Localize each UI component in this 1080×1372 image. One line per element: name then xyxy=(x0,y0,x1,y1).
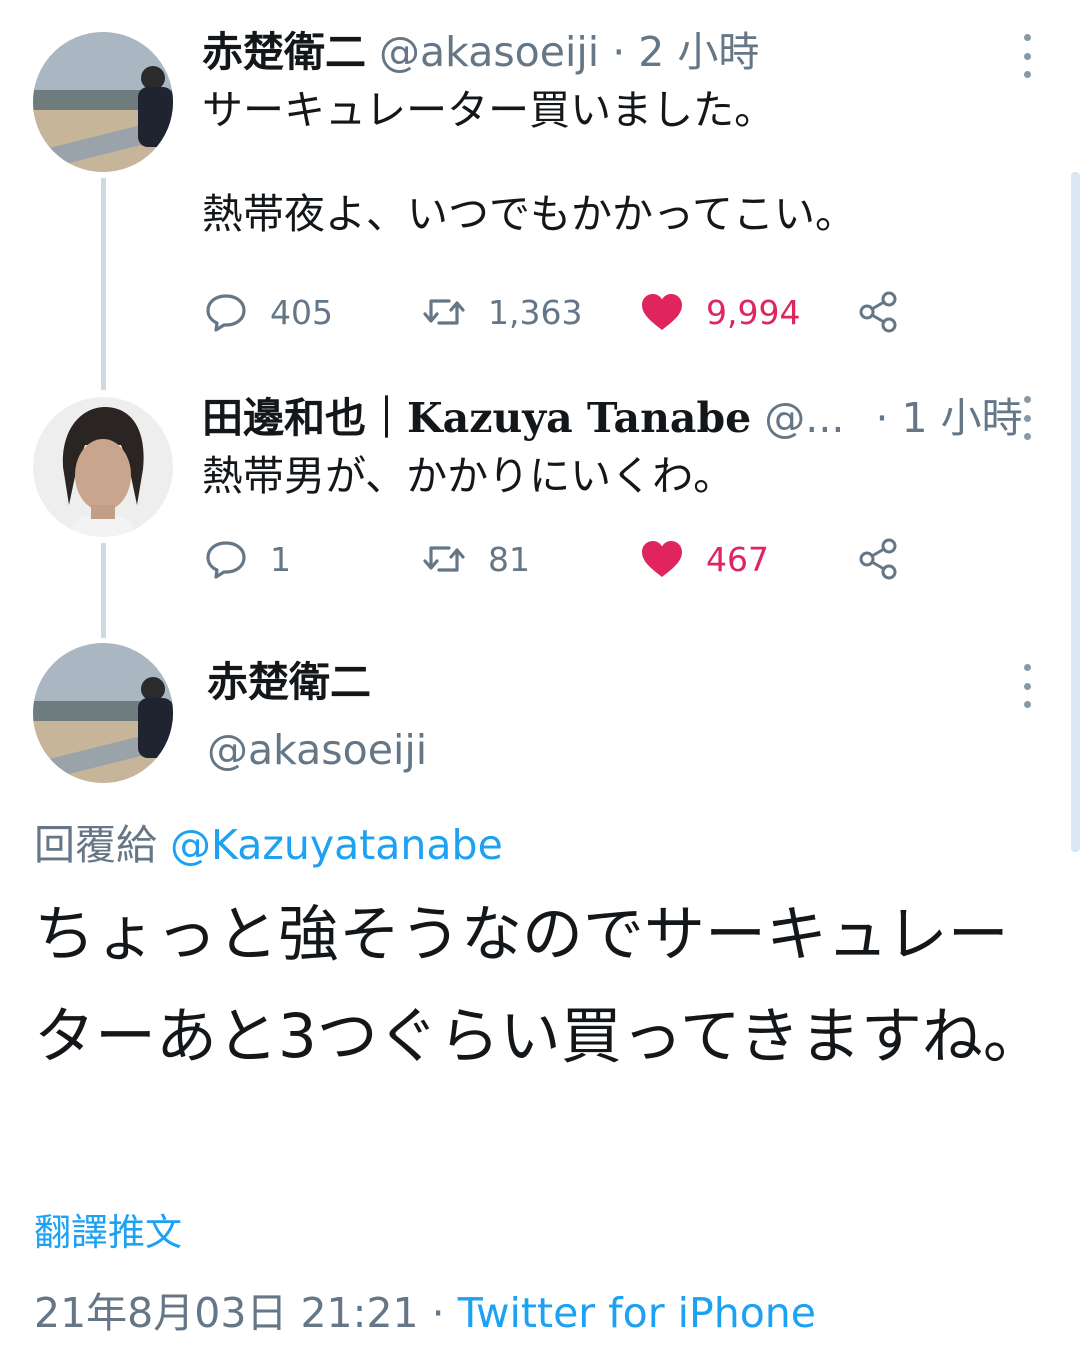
reply-icon xyxy=(206,541,246,579)
heart-icon xyxy=(642,541,682,577)
translate-link[interactable]: 翻譯推文 xyxy=(34,1210,182,1256)
reply-context: 回覆給 @Kazuyatanabe xyxy=(34,820,503,870)
heart-icon xyxy=(642,294,682,330)
tweet-header: 田邊和也｜Kazuya Tanabe @... · 1 小時 xyxy=(202,392,1023,444)
like-button[interactable]: 9,994 xyxy=(640,290,800,334)
display-name-latin[interactable]: Kazuya Tanabe xyxy=(407,394,751,442)
like-count: 9,994 xyxy=(706,292,801,332)
retweet-count: 81 xyxy=(488,539,530,579)
handle[interactable]: @... xyxy=(764,394,844,442)
share-icon xyxy=(859,291,897,333)
retweet-icon xyxy=(423,299,465,325)
reply-count: 405 xyxy=(270,292,333,332)
thread-line xyxy=(101,178,106,390)
avatar[interactable] xyxy=(33,32,173,172)
display-name[interactable]: 田邊和也｜ xyxy=(202,394,407,442)
reply-icon xyxy=(206,294,246,332)
retweet-count: 1,363 xyxy=(488,292,583,332)
main-tweet-text: ちょっと強そうなのでサーキュレーターあと3つぐらい買ってきますね。 xyxy=(34,899,1044,1072)
reply-label: 回覆給 xyxy=(34,821,157,869)
reply-button[interactable]: 405 xyxy=(204,290,333,334)
reply-count: 1 xyxy=(270,539,291,579)
retweet-icon xyxy=(423,546,465,572)
tweet-timestamp: 21年8月03日 21:21 · Twitter for iPhone xyxy=(34,1288,816,1338)
more-icon[interactable] xyxy=(1021,664,1033,708)
tweet-text: 熱帯男が、かかりにいくわ。 xyxy=(202,452,735,500)
source-link[interactable]: Twitter for iPhone xyxy=(458,1289,816,1337)
thread-line xyxy=(101,543,106,638)
handle[interactable]: @akasoeiji xyxy=(207,724,427,776)
retweet-button[interactable]: 81 xyxy=(422,537,530,581)
like-button[interactable]: 467 xyxy=(640,537,769,581)
tweet-time[interactable]: · 2 小時 xyxy=(612,28,759,76)
more-icon[interactable] xyxy=(1021,34,1033,78)
avatar[interactable] xyxy=(33,643,173,783)
avatar[interactable] xyxy=(33,397,173,537)
share-button[interactable] xyxy=(858,537,902,581)
like-count: 467 xyxy=(706,539,769,579)
reply-button[interactable]: 1 xyxy=(204,537,291,581)
display-name[interactable]: 赤楚衛二 xyxy=(202,28,366,76)
timestamp-text[interactable]: 21年8月03日 21:21 · xyxy=(34,1289,445,1337)
display-name[interactable]: 赤楚衛二 xyxy=(207,656,371,708)
tweet-time[interactable]: · 1 小時 xyxy=(875,394,1022,442)
retweet-button[interactable]: 1,363 xyxy=(422,290,582,334)
handle[interactable]: @akasoeiji xyxy=(379,28,599,76)
scrollbar[interactable] xyxy=(1071,172,1080,852)
reply-to-link[interactable]: @Kazuyatanabe xyxy=(170,821,503,869)
tweet-text: サーキュレーター買いました。 熱帯夜よ、いつでもかかってこい。 xyxy=(202,86,856,238)
share-icon xyxy=(859,538,897,580)
more-icon[interactable] xyxy=(1021,396,1033,440)
tweet-header: 赤楚衛二 @akasoeiji · 2 小時 xyxy=(202,26,759,78)
share-button[interactable] xyxy=(858,290,902,334)
